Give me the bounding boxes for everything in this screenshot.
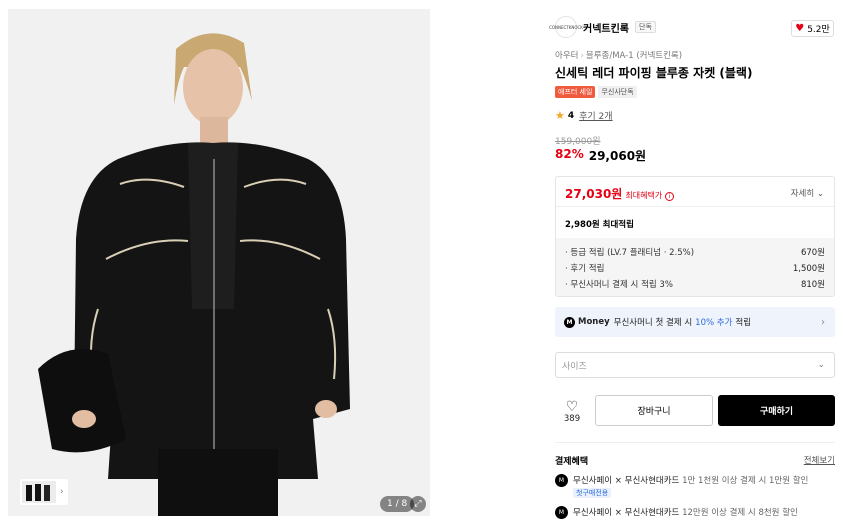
points-line: · 무신사머니 결제 시 적립 3% 810원: [565, 276, 825, 292]
money-label: Money: [578, 317, 610, 327]
benefit-header[interactable]: 27,030원 최대혜택가 i 자세히 ⌄: [556, 177, 834, 207]
thumbnail-strip[interactable]: ›: [20, 479, 68, 505]
like-button[interactable]: ♡ 389: [555, 396, 589, 428]
points-breakdown: · 등급 적립 (LV.7 플래티넘 · 2.5%) 670원 · 후기 적립 …: [556, 238, 834, 296]
points-line: · 후기 적립 1,500원: [565, 260, 825, 276]
points-line: · 등급 적립 (LV.7 플래티넘 · 2.5%) 670원: [565, 244, 825, 260]
original-price: 159,000원: [555, 137, 601, 147]
chevron-right-icon[interactable]: ›: [60, 487, 64, 497]
buy-now-button[interactable]: 구매하기: [718, 395, 835, 426]
badge-row: 애프터 세일 무신사단독: [555, 86, 637, 98]
product-photo: [8, 9, 430, 516]
chevron-down-icon: ⌄: [817, 360, 825, 370]
points-line-value: 670원: [800, 248, 825, 258]
product-gallery[interactable]: › 1 / 8 ⤢: [8, 9, 430, 516]
money-highlight: 10% 추가: [695, 318, 733, 328]
size-select-placeholder: 사이즈: [562, 361, 587, 372]
breadcrumb: 아우터 › 블루종/MA-1 (커넥트킨록): [555, 49, 682, 61]
payment-benefit-item: M 무신사페이 × 무신사현대카드 1만 1천원 이상 결제 시 1만원 할인 …: [555, 474, 808, 498]
benefit-detail-toggle[interactable]: 자세히 ⌄: [791, 187, 824, 199]
brand-like-button[interactable]: ♥ 5.2만: [791, 20, 834, 37]
add-to-cart-button[interactable]: 장바구니: [595, 395, 713, 426]
thumbnail-item[interactable]: [22, 481, 56, 503]
brand-like-count: 5.2만: [807, 25, 830, 35]
brand-exclusive-tag: 단독: [635, 21, 656, 33]
payment-benefit-title: 무신사페이 × 무신사현대카드: [573, 476, 680, 486]
max-points: 2,980원 최대적립: [565, 220, 634, 230]
payment-benefit-item: M 무신사페이 × 무신사현대카드 12만원 이상 결제 시 8천원 할인: [555, 506, 798, 519]
heart-icon: ♥: [795, 23, 805, 34]
breadcrumb-separator: ›: [580, 51, 584, 61]
sale-price: 29,060원: [588, 149, 647, 163]
review-link[interactable]: 후기 2개: [579, 109, 612, 122]
like-count: 389: [563, 414, 581, 424]
chevron-right-icon: ›: [821, 316, 825, 328]
money-logo-icon: M: [564, 316, 575, 328]
benefit-box: 27,030원 최대혜택가 i 자세히 ⌄ 2,980원 최대적립 · 등급 적…: [555, 176, 835, 297]
musinsa-money-banner[interactable]: M Money 무신사머니 첫 결제 시 10% 추가 적립 ›: [555, 307, 835, 337]
max-benefit-price: 27,030원: [565, 187, 623, 201]
payment-benefit-detail: 1만 1천원 이상 결제 시 1만원 할인: [682, 476, 809, 486]
view-all-link[interactable]: 전체보기: [804, 454, 835, 466]
payment-benefit-detail: 12만원 이상 결제 시 8천원 할인: [682, 508, 798, 518]
points-line-label: · 후기 적립: [565, 264, 605, 274]
divider: [555, 442, 835, 443]
brand-logo[interactable]: CONNECTKNOCK: [549, 16, 583, 38]
payment-benefit-title: 무신사페이 × 무신사현대카드: [573, 508, 680, 518]
size-select[interactable]: 사이즈 ⌄: [555, 352, 835, 378]
musinsa-pay-icon: M: [555, 474, 568, 487]
points-line-label: · 등급 적립 (LV.7 플래티넘 · 2.5%): [565, 248, 695, 258]
brand-row[interactable]: CONNECTKNOCK 커넥트킨록 단독: [549, 16, 656, 38]
money-text-before: 무신사머니 첫 결제 시: [613, 318, 693, 328]
exclusive-badge: 무신사단독: [598, 86, 637, 98]
chevron-down-icon: ⌄: [816, 189, 824, 199]
money-text-after: 적립: [735, 318, 752, 328]
first-purchase-tag: 첫구매전용: [573, 488, 612, 498]
heart-outline-icon: ♡: [565, 399, 579, 415]
points-line-label: · 무신사머니 결제 시 적립 3%: [565, 280, 673, 290]
max-benefit-label: 최대혜택가: [625, 191, 663, 200]
product-info-panel: CONNECTKNOCK 커넥트킨록 단독 ♥ 5.2만 아우터 › 블루종/MA-…: [545, 0, 848, 525]
rating-score: 4: [567, 110, 575, 121]
payment-benefit-heading: 결제혜택: [555, 457, 589, 467]
breadcrumb-item[interactable]: 아우터: [555, 51, 578, 61]
breadcrumb-item[interactable]: 블루종/MA-1 (커넥트킨록): [586, 51, 682, 61]
expand-icon[interactable]: ⤢: [410, 496, 426, 512]
brand-name[interactable]: 커넥트킨록: [583, 20, 629, 35]
rating-row: ★ 4 후기 2개: [555, 109, 613, 122]
points-line-value: 810원: [800, 280, 825, 290]
discount-percent: 82%: [555, 147, 584, 161]
star-icon: ★: [555, 109, 565, 122]
points-line-value: 1,500원: [792, 264, 825, 274]
info-icon[interactable]: i: [665, 192, 675, 201]
product-title: 신세틱 레더 파이핑 블루종 자켓 (블랙): [555, 66, 753, 80]
musinsa-pay-icon: M: [555, 506, 568, 519]
price-row: 82% 29,060원: [555, 147, 646, 164]
sale-badge: 애프터 세일: [555, 86, 596, 98]
